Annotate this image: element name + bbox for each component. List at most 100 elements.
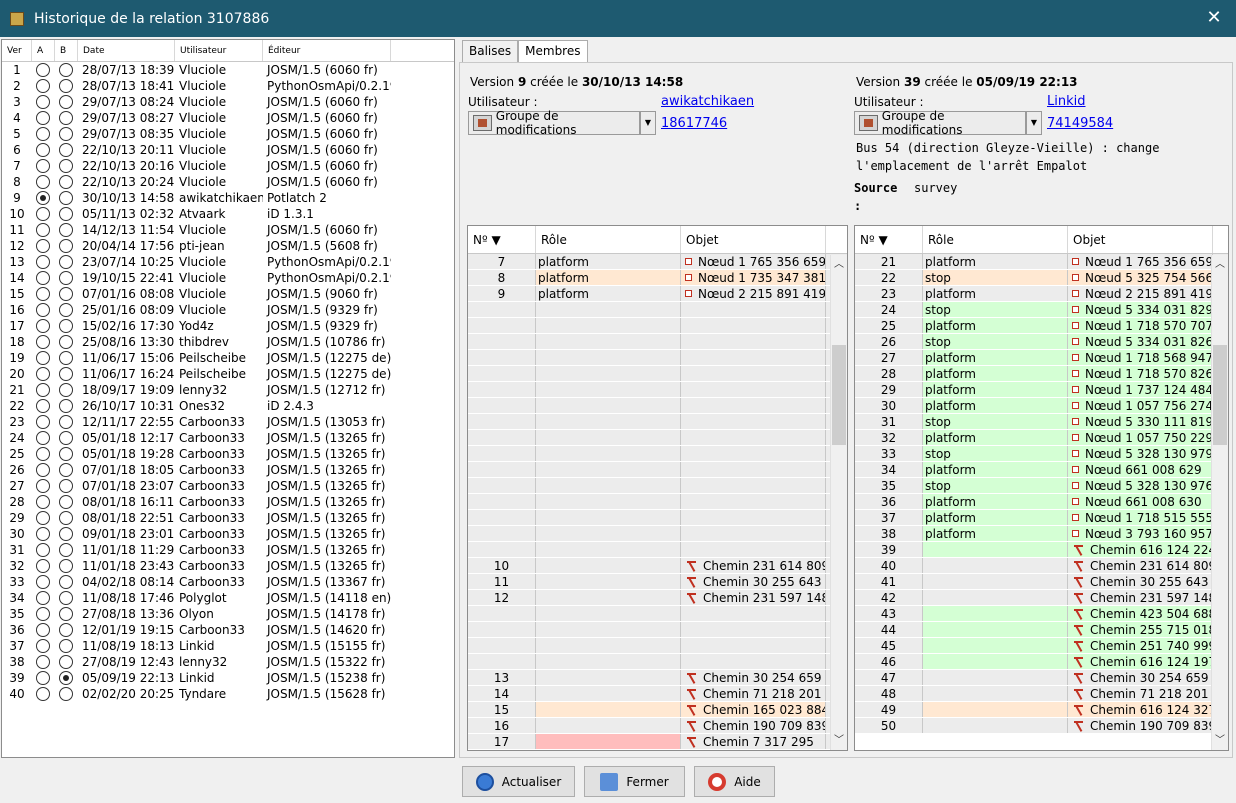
radio-b-icon[interactable] <box>59 175 73 189</box>
radio-a-icon[interactable] <box>36 79 50 93</box>
radio-b[interactable] <box>55 430 78 446</box>
radio-a[interactable] <box>32 382 55 398</box>
radio-a-icon[interactable] <box>36 463 50 477</box>
radio-a[interactable] <box>32 606 55 622</box>
radio-b-icon[interactable] <box>59 79 73 93</box>
col-header-role[interactable]: Rôle <box>536 226 681 253</box>
radio-b[interactable] <box>55 494 78 510</box>
radio-b[interactable] <box>55 190 78 206</box>
radio-b-icon[interactable] <box>59 191 73 205</box>
col-header-num[interactable]: Nº ▼ <box>855 226 923 253</box>
radio-a[interactable] <box>32 206 55 222</box>
member-row[interactable] <box>468 526 847 542</box>
radio-b-icon[interactable] <box>59 655 73 669</box>
left-changeset-dropdown[interactable]: ▼ <box>640 111 656 135</box>
right-user-link[interactable]: Linkid <box>1047 94 1086 109</box>
member-row[interactable]: 48 Chemin 71 218 201 <box>855 686 1228 702</box>
radio-b[interactable] <box>55 638 78 654</box>
member-row[interactable] <box>468 494 847 510</box>
member-row[interactable]: 32 platform Nœud 1 057 750 229 <box>855 430 1228 446</box>
radio-b[interactable] <box>55 158 78 174</box>
radio-a-icon[interactable] <box>36 447 50 461</box>
history-row[interactable]: 20 11/06/17 16:24 Peilscheibe JOSM/1.5 (122… <box>2 366 454 382</box>
radio-b[interactable] <box>55 654 78 670</box>
history-row[interactable]: 32 11/01/18 23:43 Carboon33 JOSM/1.5 (13265… <box>2 558 454 574</box>
history-row[interactable]: 19 11/06/17 15:06 Peilscheibe JOSM/1.5 (122… <box>2 350 454 366</box>
member-row[interactable]: 30 platform Nœud 1 057 756 274 <box>855 398 1228 414</box>
history-row[interactable]: 8 22/10/13 20:24 Vluciole JOSM/1.5 (6060 fr… <box>2 174 454 190</box>
history-row[interactable]: 25 05/01/18 19:28 Carboon33 JOSM/1.5 (13265… <box>2 446 454 462</box>
radio-a[interactable] <box>32 270 55 286</box>
radio-a-icon[interactable] <box>36 431 50 445</box>
radio-b[interactable] <box>55 302 78 318</box>
right-changeset-button[interactable]: Groupe de modifications <box>854 109 1026 137</box>
member-row[interactable] <box>468 350 847 366</box>
right-members-scrollbar[interactable]: ︿ ﹀ <box>1211 255 1228 750</box>
radio-a[interactable] <box>32 142 55 158</box>
radio-b[interactable] <box>55 366 78 382</box>
member-row[interactable]: 13 Chemin 30 254 659 <box>468 670 847 686</box>
radio-a[interactable] <box>32 334 55 350</box>
radio-a-icon[interactable] <box>36 95 50 109</box>
member-row[interactable]: 10 Chemin 231 614 809 <box>468 558 847 574</box>
radio-a[interactable] <box>32 174 55 190</box>
member-row[interactable]: 15 Chemin 165 023 884 <box>468 702 847 718</box>
radio-b[interactable] <box>55 574 78 590</box>
member-row[interactable] <box>468 462 847 478</box>
member-row[interactable] <box>468 654 847 670</box>
radio-a-icon[interactable] <box>36 223 50 237</box>
radio-a-icon[interactable] <box>36 543 50 557</box>
history-row[interactable]: 18 25/08/16 13:30 thibdrev JOSM/1.5 (10786 … <box>2 334 454 350</box>
radio-b-icon[interactable] <box>59 639 73 653</box>
radio-a[interactable] <box>32 622 55 638</box>
radio-a-icon[interactable] <box>36 63 50 77</box>
radio-a-icon[interactable] <box>36 671 50 685</box>
radio-a-icon[interactable] <box>36 511 50 525</box>
history-row[interactable]: 14 19/10/15 22:41 Vluciole PythonOsmApi/0.2… <box>2 270 454 286</box>
member-row[interactable]: 38 platform Nœud 3 793 160 957 <box>855 526 1228 542</box>
member-row[interactable]: 25 platform Nœud 1 718 570 707 <box>855 318 1228 334</box>
radio-b[interactable] <box>55 382 78 398</box>
radio-b[interactable] <box>55 62 78 78</box>
radio-b[interactable] <box>55 94 78 110</box>
radio-b-icon[interactable] <box>59 63 73 77</box>
member-row[interactable] <box>468 414 847 430</box>
radio-b-icon[interactable] <box>59 463 73 477</box>
radio-a[interactable] <box>32 526 55 542</box>
close-icon[interactable]: ✕ <box>1204 8 1224 28</box>
scroll-thumb[interactable] <box>1213 345 1227 445</box>
scroll-up-icon[interactable]: ︿ <box>1212 257 1228 273</box>
radio-b-icon[interactable] <box>59 367 73 381</box>
radio-b-icon[interactable] <box>59 447 73 461</box>
radio-a-icon[interactable] <box>36 623 50 637</box>
radio-b[interactable] <box>55 606 78 622</box>
col-header-object[interactable]: Objet <box>681 226 826 253</box>
history-row[interactable]: 39 05/09/19 22:13 Linkid JOSM/1.5 (15238 fr… <box>2 670 454 686</box>
tab-balises[interactable]: Balises <box>462 40 519 62</box>
radio-b-icon[interactable] <box>59 687 73 701</box>
radio-b-icon[interactable] <box>59 255 73 269</box>
history-row[interactable]: 37 11/08/19 18:13 Linkid JOSM/1.5 (15155 fr… <box>2 638 454 654</box>
radio-a-icon[interactable] <box>36 591 50 605</box>
radio-a-icon[interactable] <box>36 175 50 189</box>
radio-b-icon[interactable] <box>59 479 73 493</box>
radio-b[interactable] <box>55 558 78 574</box>
radio-b-icon[interactable] <box>59 207 73 221</box>
member-row[interactable] <box>468 606 847 622</box>
help-button[interactable]: Aide <box>694 766 775 797</box>
radio-a[interactable] <box>32 286 55 302</box>
radio-a-icon[interactable] <box>36 415 50 429</box>
radio-a[interactable] <box>32 302 55 318</box>
history-row[interactable]: 36 12/01/19 19:15 Carboon33 JOSM/1.5 (14620… <box>2 622 454 638</box>
right-changeset-dropdown[interactable]: ▼ <box>1026 111 1042 135</box>
radio-a[interactable] <box>32 238 55 254</box>
history-row[interactable]: 6 22/10/13 20:11 Vluciole JOSM/1.5 (6060 fr… <box>2 142 454 158</box>
member-row[interactable] <box>468 398 847 414</box>
member-row[interactable]: 17 Chemin 7 317 295 <box>468 734 847 750</box>
scroll-down-icon[interactable]: ﹀ <box>831 733 847 749</box>
radio-b-icon[interactable] <box>59 335 73 349</box>
radio-a-icon[interactable] <box>36 575 50 589</box>
history-row[interactable]: 21 18/09/17 19:09 lenny32 JOSM/1.5 (12712 f… <box>2 382 454 398</box>
radio-b[interactable] <box>55 78 78 94</box>
radio-b[interactable] <box>55 446 78 462</box>
